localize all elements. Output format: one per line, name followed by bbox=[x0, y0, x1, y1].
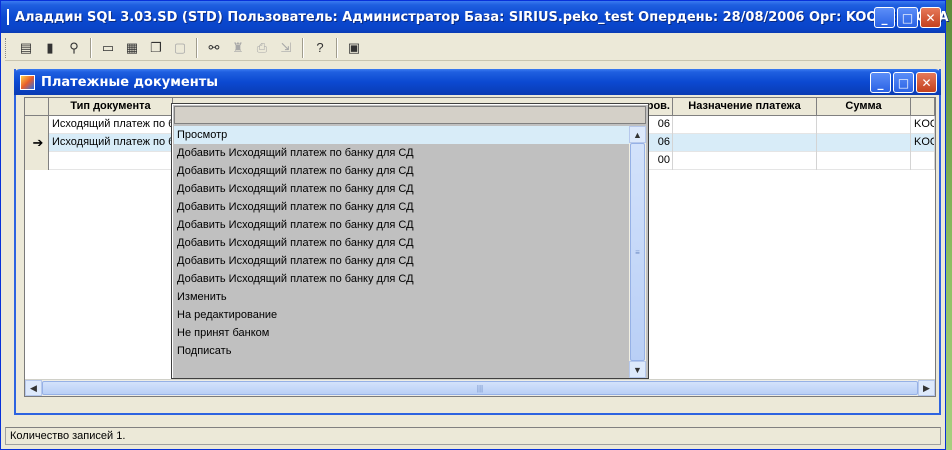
window-controls: _ □ ✕ bbox=[874, 7, 941, 28]
cell-doc-type: Исходящий платеж по б bbox=[49, 134, 173, 152]
hscroll-thumb[interactable]: ||| bbox=[42, 381, 918, 395]
hscroll-track[interactable]: ||| bbox=[42, 380, 918, 396]
cell-sum bbox=[817, 116, 911, 134]
child-title: Платежные документы bbox=[41, 74, 218, 90]
export-icon[interactable]: ⇲ bbox=[275, 37, 297, 59]
tile-icon[interactable]: ▦ bbox=[121, 37, 143, 59]
row-indicator: ➔ bbox=[25, 134, 49, 152]
grid-hscrollbar[interactable]: ◀ ||| ▶ bbox=[25, 379, 935, 396]
cell-doc-type: Исходящий платеж по б bbox=[49, 116, 173, 134]
chip-icon[interactable]: ▣ bbox=[343, 37, 365, 59]
action-item-add[interactable]: Добавить Исходящий платеж по банку для С… bbox=[174, 252, 630, 270]
header-purpose[interactable]: Назначение платежа bbox=[673, 98, 817, 116]
toolbar-separator bbox=[336, 37, 338, 58]
header-sum[interactable]: Сумма bbox=[817, 98, 911, 116]
cell-purpose bbox=[673, 116, 817, 134]
action-item-sign[interactable]: Подписать bbox=[174, 342, 630, 360]
main-toolbar: ▤ ▮ ⚲ ▭ ▦ ❐ ▢ ⚯ ♜ ⎙ ⇲ ? ▣ bbox=[5, 35, 941, 61]
app-titlebar[interactable]: Аладдин SQL 3.03.SD (STD) Пользователь: … bbox=[1, 1, 949, 33]
child-close-button[interactable]: ✕ bbox=[916, 72, 937, 93]
action-item-view[interactable]: Просмотр bbox=[174, 126, 630, 144]
scroll-right-icon[interactable]: ▶ bbox=[918, 380, 935, 396]
scroll-down-icon[interactable]: ▼ bbox=[629, 361, 646, 378]
action-item-add[interactable]: Добавить Исходящий платеж по банку для С… bbox=[174, 162, 630, 180]
child-maximize-button[interactable]: □ bbox=[893, 72, 914, 93]
help-icon[interactable]: ? bbox=[309, 37, 331, 59]
app-logo-icon bbox=[7, 9, 9, 25]
close-button[interactable]: ✕ bbox=[920, 7, 941, 28]
cell-sum bbox=[817, 134, 911, 152]
row-indicator bbox=[25, 152, 49, 170]
cell-org: KOO bbox=[911, 134, 935, 152]
toolbar-grip[interactable] bbox=[5, 37, 9, 58]
cell-sum bbox=[817, 152, 911, 170]
action-item-add[interactable]: Добавить Исходящий платеж по банку для С… bbox=[174, 270, 630, 288]
action-dropdown-input[interactable] bbox=[174, 106, 646, 124]
toolbar-separator bbox=[302, 37, 304, 58]
header-indicator bbox=[25, 98, 49, 116]
monitor-icon[interactable]: ▢ bbox=[169, 37, 191, 59]
cell-purpose bbox=[673, 134, 817, 152]
print-icon[interactable]: ⎙ bbox=[251, 37, 273, 59]
child-minimize-button[interactable]: _ bbox=[870, 72, 891, 93]
action-list-vscrollbar[interactable]: ▲ ≡ ▼ bbox=[629, 126, 646, 378]
database-icon[interactable]: ▮ bbox=[39, 37, 61, 59]
action-item-add[interactable]: Добавить Исходящий платеж по банку для С… bbox=[174, 198, 630, 216]
action-item-add[interactable]: Добавить Исходящий платеж по банку для С… bbox=[174, 216, 630, 234]
minimize-button[interactable]: _ bbox=[874, 7, 895, 28]
status-bar: Количество записей 1. bbox=[5, 427, 941, 445]
document-icon[interactable]: ▤ bbox=[15, 37, 37, 59]
binoculars-icon[interactable]: ⚯ bbox=[203, 37, 225, 59]
window-icon[interactable]: ▭ bbox=[97, 37, 119, 59]
action-dropdown: Просмотр Добавить Исходящий платеж по ба… bbox=[171, 103, 649, 379]
action-item-add[interactable]: Добавить Исходящий платеж по банку для С… bbox=[174, 234, 630, 252]
find-user-icon[interactable]: ⚲ bbox=[63, 37, 85, 59]
scroll-left-icon[interactable]: ◀ bbox=[25, 380, 42, 396]
cascade-icon[interactable]: ❐ bbox=[145, 37, 167, 59]
cell-doc-type bbox=[49, 152, 173, 170]
child-titlebar[interactable]: Платежные документы _ □ ✕ bbox=[14, 69, 941, 95]
action-item-edit[interactable]: Изменить bbox=[174, 288, 630, 306]
header-org[interactable] bbox=[911, 98, 935, 116]
toolbar-separator bbox=[90, 37, 92, 58]
scroll-up-icon[interactable]: ▲ bbox=[629, 126, 646, 143]
vscroll-track[interactable]: ≡ bbox=[629, 143, 646, 361]
action-item-add[interactable]: Добавить Исходящий платеж по банку для С… bbox=[174, 180, 630, 198]
vscroll-thumb[interactable]: ≡ bbox=[630, 143, 645, 361]
header-doc-type[interactable]: Тип документа bbox=[49, 98, 173, 116]
child-window-controls: _ □ ✕ bbox=[870, 72, 937, 93]
cell-org bbox=[911, 152, 935, 170]
action-item-to-editing[interactable]: На редактирование bbox=[174, 306, 630, 324]
app-title: Аладдин SQL 3.03.SD (STD) Пользователь: … bbox=[15, 9, 949, 25]
action-list: Просмотр Добавить Исходящий платеж по ба… bbox=[174, 126, 630, 378]
action-item-rejected[interactable]: Не принят банком bbox=[174, 324, 630, 342]
action-item-add[interactable]: Добавить Исходящий платеж по банку для С… bbox=[174, 144, 630, 162]
maximize-button[interactable]: □ bbox=[897, 7, 918, 28]
row-indicator bbox=[25, 116, 49, 134]
child-window-icon bbox=[20, 74, 35, 90]
cell-org: KOO bbox=[911, 116, 935, 134]
toolbar-separator bbox=[196, 37, 198, 58]
cell-purpose bbox=[673, 152, 817, 170]
stamp-icon[interactable]: ♜ bbox=[227, 37, 249, 59]
app-window: Аладдин SQL 3.03.SD (STD) Пользователь: … bbox=[0, 0, 949, 450]
